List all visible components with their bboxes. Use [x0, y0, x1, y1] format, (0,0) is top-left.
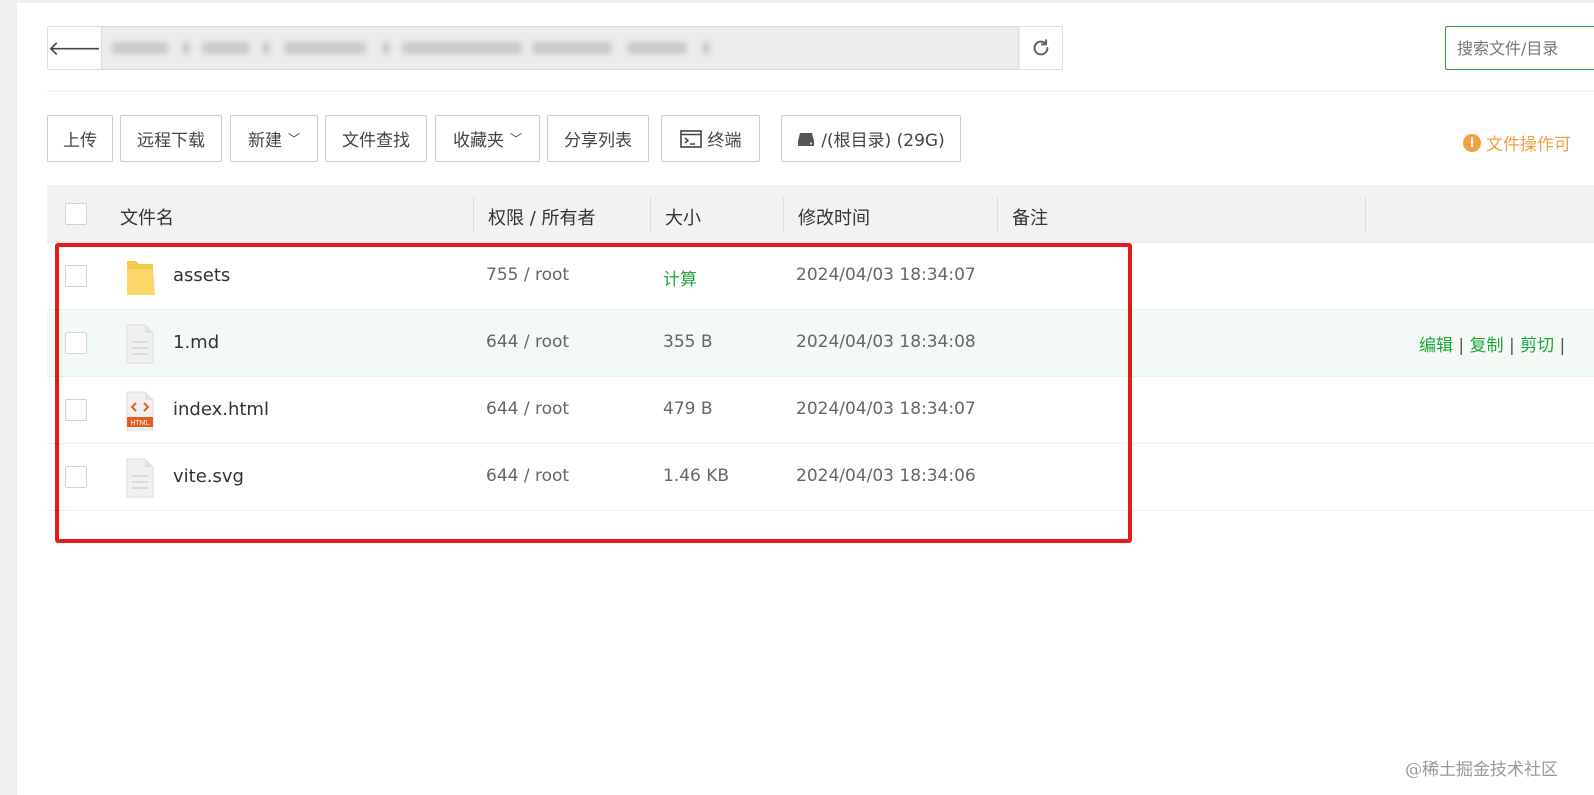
file-modified: 2024/04/03 18:34:06 [796, 466, 976, 486]
file-name[interactable]: vite.svg [173, 466, 244, 487]
disk-icon [798, 132, 815, 146]
file-permission[interactable]: 644 / root [486, 399, 569, 419]
file-name[interactable]: assets [173, 265, 230, 286]
chevron-down-icon: ﹀ [509, 132, 522, 146]
table-header: 文件名 权限 / 所有者 大小 修改时间 备注 [47, 185, 1594, 243]
file-permission[interactable]: 644 / root [486, 332, 569, 352]
cut-link[interactable]: 剪切 [1520, 336, 1554, 356]
path-input[interactable] [102, 27, 1020, 69]
header-size[interactable]: 大小 [665, 204, 701, 230]
remote-download-button[interactable]: 远程下载 [120, 115, 222, 162]
divider [47, 91, 1594, 92]
table-row[interactable]: HTML index.html 644 / root 479 B 2024/04… [47, 377, 1594, 444]
arrow-left-icon: 🡐 [47, 36, 102, 60]
terminal-button[interactable]: 终端 [661, 115, 760, 162]
file-modified: 2024/04/03 18:34:07 [796, 399, 976, 419]
address-bar: 🡐 [47, 26, 1063, 70]
refresh-icon [1033, 39, 1048, 56]
row-actions: 编辑 | 复制 | 剪切 | [1419, 336, 1566, 356]
file-search-button[interactable]: 文件查找 [325, 115, 427, 162]
svg-text:HTML: HTML [130, 420, 149, 427]
chevron-down-icon: ﹀ [287, 132, 300, 146]
table-row[interactable]: 1.md 644 / root 355 B 2024/04/03 18:34:0… [47, 310, 1594, 377]
upload-button[interactable]: 上传 [47, 115, 113, 162]
folder-icon [127, 261, 155, 295]
file-size: 479 B [663, 399, 713, 419]
row-checkbox[interactable] [65, 265, 87, 287]
info-icon: i [1463, 133, 1481, 152]
file-name[interactable]: 1.md [173, 332, 219, 353]
disk-button[interactable]: /(根目录) (29G) [781, 115, 961, 162]
watermark: @稀土掘金技术社区 [1405, 760, 1558, 780]
html-file-icon: HTML [126, 391, 154, 431]
new-dropdown-button[interactable]: 新建 ﹀ [230, 115, 318, 162]
header-name[interactable]: 文件名 [120, 204, 174, 230]
calculate-size-link[interactable]: 计算 [663, 265, 697, 290]
terminal-icon [679, 129, 702, 148]
file-modified: 2024/04/03 18:34:07 [796, 265, 976, 285]
header-modified[interactable]: 修改时间 [798, 204, 870, 230]
edit-link[interactable]: 编辑 [1419, 336, 1453, 356]
file-ops-tip: i 文件操作可 [1463, 130, 1571, 155]
row-checkbox[interactable] [65, 332, 87, 354]
file-permission[interactable]: 644 / root [486, 466, 569, 486]
file-size: 355 B [663, 332, 713, 352]
back-button[interactable]: 🡐 [48, 27, 102, 69]
file-icon [126, 324, 154, 364]
table-row[interactable]: assets 755 / root 计算 2024/04/03 18:34:07 [47, 243, 1594, 310]
select-all-checkbox[interactable] [65, 203, 87, 225]
file-name[interactable]: index.html [173, 399, 269, 420]
favorites-dropdown-button[interactable]: 收藏夹 ﹀ [435, 115, 540, 162]
file-size: 1.46 KB [663, 466, 730, 486]
share-list-button[interactable]: 分享列表 [547, 115, 649, 162]
row-checkbox[interactable] [65, 466, 87, 488]
header-permission[interactable]: 权限 / 所有者 [488, 204, 596, 230]
refresh-button[interactable] [1018, 27, 1062, 69]
header-remark: 备注 [1012, 208, 1048, 229]
copy-link[interactable]: 复制 [1470, 336, 1504, 356]
search-input[interactable] [1445, 26, 1594, 70]
table-row[interactable]: vite.svg 644 / root 1.46 KB 2024/04/03 1… [47, 444, 1594, 511]
file-modified: 2024/04/03 18:34:08 [796, 332, 976, 352]
file-permission[interactable]: 755 / root [486, 265, 569, 285]
row-checkbox[interactable] [65, 399, 87, 421]
file-icon [126, 458, 154, 498]
